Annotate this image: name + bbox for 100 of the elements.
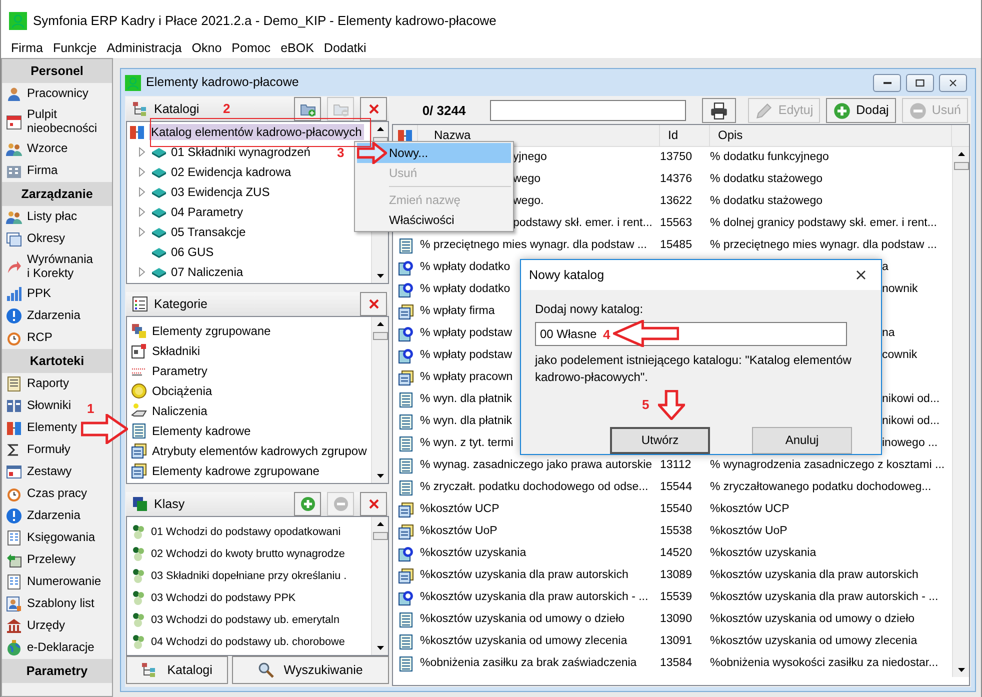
dialog-button[interactable]: Anuluj [752,426,852,454]
sidebar-item[interactable]: Czas pracy [27,487,88,501]
menu-item[interactable]: Funkcje [48,40,102,56]
sidebar-item[interactable]: PPK [27,287,52,301]
close-x-icon [947,76,959,88]
scroll-down-icon[interactable] [376,474,384,478]
maximize-button[interactable] [906,74,934,92]
scroll-up-icon[interactable] [958,152,964,156]
sidebar-item[interactable]: Przelewy [27,553,76,567]
scrollbar[interactable] [952,147,969,677]
expand-icon[interactable] [137,146,147,158]
sidebar-item[interactable]: Zdarzenia [27,309,80,323]
scroll-thumb[interactable] [954,162,968,170]
scroll-up-icon[interactable] [376,322,384,326]
scroll-thumb[interactable] [372,332,388,340]
scroll-thumb[interactable] [372,532,388,540]
menu-item[interactable]: Administracja [102,40,187,56]
sidebar-item[interactable]: Księgowania [27,531,96,545]
scroll-down-icon[interactable] [376,274,384,278]
column-header[interactable]: Opis [718,128,743,143]
list-item[interactable]: 04 Wchodzi do podstawy ub. chorobowe [151,636,345,648]
sidebar-item[interactable]: Urzędy [27,619,66,633]
sidebar-item[interactable]: RCP [27,331,52,345]
close-button[interactable] [360,97,387,121]
list-item[interactable]: 03 Składniki dopełniane przy określaniu . [151,570,347,582]
sidebar-item[interactable]: Firma [27,164,58,178]
list-item[interactable]: 03 Wchodzi do podstawy PPK [151,592,296,604]
column-header[interactable]: Id [668,128,678,143]
tree-node[interactable]: 05 Transakcje [171,224,246,240]
sidebar-item[interactable]: Pulpit nieobecności [27,108,98,136]
sidebar-item[interactable]: Formuły [27,443,70,457]
list-item[interactable]: Elementy zgrupowane [152,324,271,338]
sidebar-item[interactable]: e-Deklaracje [27,641,94,655]
print-button[interactable] [702,98,736,123]
menu-item[interactable]: eBOK [276,40,319,56]
expand-icon[interactable] [137,206,147,218]
expand-icon[interactable] [137,186,147,198]
scrollbar[interactable] [371,517,388,655]
table-cell: % dodatku stażowego [710,173,823,186]
list-item[interactable]: Elementy kadrowe [152,424,251,438]
list-item[interactable]: Naliczenia [152,404,208,418]
tree-tab-button[interactable]: Katalogi [126,656,228,684]
sidebar-item[interactable]: Szablony list [27,597,94,611]
expand-icon[interactable] [137,226,147,238]
menu-item[interactable]: Okno [186,40,227,56]
menu-item[interactable]: Nowy... [357,143,511,163]
expand-icon[interactable] [137,266,147,278]
scrollbar[interactable] [371,317,388,483]
sidebar-item[interactable]: Zestawy [27,465,72,479]
sidebar-item[interactable]: Słowniki [27,399,72,413]
menu-item[interactable]: Właściwości [357,210,511,230]
scroll-up-icon[interactable] [376,522,384,526]
plus-button[interactable] [294,492,321,516]
list-item[interactable]: Składniki [152,344,200,358]
sidebar-item[interactable]: Okresy [27,232,66,246]
sidebar-section-header[interactable]: Zarządzanie [2,182,112,206]
sidebar-item[interactable]: Wzorce [27,142,68,156]
column-header[interactable]: Nazwa [434,128,471,143]
tree-node[interactable]: 02 Ewidencja kadrowa [171,164,292,180]
list-item[interactable]: Obciążenia [152,384,212,398]
tree-node[interactable]: 01 Składniki wynagrodzeń [171,144,310,160]
badge-icon [398,326,414,342]
dialog-button[interactable]: Utwórz [610,426,710,454]
scroll-down-icon[interactable] [376,646,384,650]
search-tab-button[interactable]: Wyszukiwanie [232,656,389,684]
sidebar-item[interactable]: Raporty [27,377,70,391]
list-item[interactable]: Atrybuty elementów kadrowych zgrupow [152,444,367,458]
close-button[interactable] [939,74,967,92]
sidebar-section-header[interactable]: Kartoteki [2,349,112,373]
tree-node[interactable]: 06 GUS [171,244,214,260]
scroll-down-icon[interactable] [958,668,964,672]
list-item[interactable]: 01 Wchodzi do podstawy opodatkowani [151,526,341,538]
menu-item[interactable]: Firma [6,40,48,56]
list-item[interactable]: Elementy kadrowe zgrupowane [152,464,320,478]
close-button[interactable] [360,292,387,316]
sidebar-item[interactable]: Numerowanie [27,575,102,589]
minimize-button[interactable] [873,74,901,92]
list-item[interactable]: 02 Wchodzi do kwoty brutto wynagrodze [151,548,345,560]
expand-icon[interactable] [137,166,147,178]
table-cell: %kosztów uzyskania [710,547,816,560]
menu-item[interactable]: Dodatki [318,40,372,56]
list-item[interactable]: Parametry [152,364,208,378]
tree-node[interactable]: 04 Parametry [171,204,244,220]
tree-node[interactable]: 03 Ewidencja ZUS [171,184,270,200]
tree-node[interactable]: 07 Naliczenia [171,264,244,280]
add-button[interactable]: Dodaj [826,98,896,123]
close-button[interactable] [360,492,387,516]
sidebar-item[interactable]: Zdarzenia [27,509,80,523]
tree-node[interactable]: Katalog elementów kadrowo-płacowych [149,124,364,140]
sidebar-item[interactable]: Elementy [27,421,78,435]
menu-item[interactable]: Pomoc [226,40,276,56]
sidebar-section-header[interactable]: Personel [2,59,112,83]
list-item[interactable]: 03 Wchodzi do podstawy ub. emerytaln [151,614,340,626]
scroll-up-icon[interactable] [376,127,384,131]
folder-add-button[interactable] [294,97,321,121]
search-field[interactable] [490,100,686,121]
sidebar-section-header[interactable]: Parametry [2,659,112,683]
sidebar-item[interactable]: Listy płac [27,210,78,224]
sidebar-item[interactable]: Pracownicy [27,87,88,101]
sidebar-item[interactable]: Wyrównania i Korekty [27,252,93,280]
